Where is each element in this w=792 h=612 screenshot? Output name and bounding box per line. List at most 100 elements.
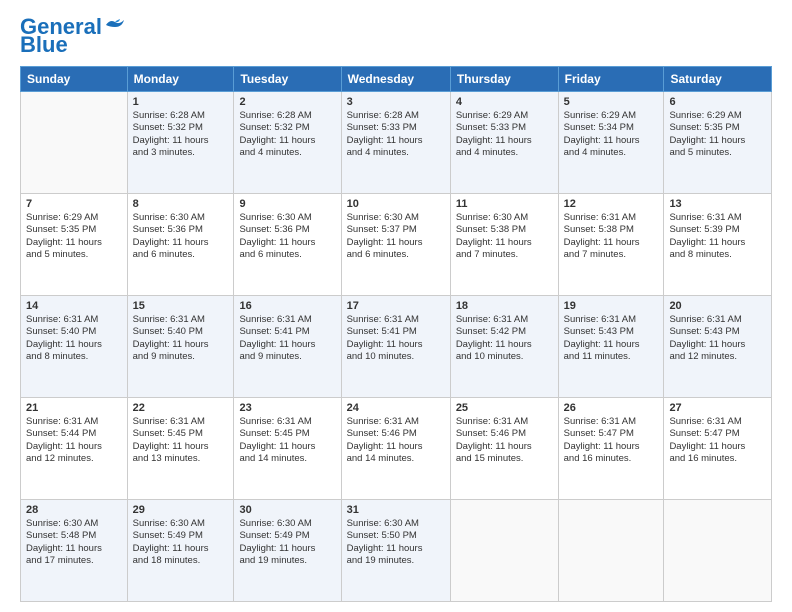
calendar-cell: 21Sunrise: 6:31 AM Sunset: 5:44 PM Dayli… — [21, 398, 128, 500]
cell-content: Sunrise: 6:31 AM Sunset: 5:40 PM Dayligh… — [26, 314, 122, 363]
calendar-cell — [21, 92, 128, 194]
cell-content: Sunrise: 6:30 AM Sunset: 5:37 PM Dayligh… — [347, 212, 445, 261]
calendar-cell: 3 Sunrise: 6:28 AM Sunset: 5:33 PM Daylig… — [341, 92, 450, 194]
day-number: 4 — [456, 96, 553, 108]
col-header-sunday: Sunday — [21, 67, 128, 92]
calendar-cell: 2 Sunrise: 6:28 AM Sunset: 5:32 PM Daylig… — [234, 92, 341, 194]
col-header-monday: Monday — [127, 67, 234, 92]
calendar-cell: 17 Sunrise: 6:31 AM Sunset: 5:41 PM Dayli… — [341, 296, 450, 398]
calendar-cell: 20 Sunrise: 6:31 AM Sunset: 5:43 PM Dayli… — [664, 296, 772, 398]
calendar-cell: 27Sunrise: 6:31 AM Sunset: 5:47 PM Dayli… — [664, 398, 772, 500]
cell-content: Sunrise: 6:28 AM Sunset: 5:33 PM Dayligh… — [347, 110, 445, 159]
day-number: 11 — [456, 198, 553, 210]
cell-content: Sunrise: 6:28 AM Sunset: 5:32 PM Dayligh… — [239, 110, 335, 159]
day-number: 18 — [456, 300, 553, 312]
day-number: 13 — [669, 198, 766, 210]
day-number: 20 — [669, 300, 766, 312]
col-header-saturday: Saturday — [664, 67, 772, 92]
calendar-cell: 15 Sunrise: 6:31 AM Sunset: 5:40 PM Dayli… — [127, 296, 234, 398]
day-number: 14 — [26, 300, 122, 312]
calendar-cell: 6 Sunrise: 6:29 AM Sunset: 5:35 PM Daylig… — [664, 92, 772, 194]
calendar-cell: 22Sunrise: 6:31 AM Sunset: 5:45 PM Dayli… — [127, 398, 234, 500]
day-number: 30 — [239, 504, 335, 516]
calendar-cell: 18 Sunrise: 6:31 AM Sunset: 5:42 PM Dayli… — [450, 296, 558, 398]
cell-content: Sunrise: 6:31 AM Sunset: 5:39 PM Dayligh… — [669, 212, 766, 261]
col-header-tuesday: Tuesday — [234, 67, 341, 92]
week-row-5: 28 Sunrise: 6:30 AM Sunset: 5:48 PM Dayli… — [21, 500, 772, 602]
calendar-cell: 26 Sunrise: 6:31 AM Sunset: 5:47 PM Dayli… — [558, 398, 664, 500]
calendar-cell: 5 Sunrise: 6:29 AM Sunset: 5:34 PM Daylig… — [558, 92, 664, 194]
day-number: 1 — [133, 96, 229, 108]
day-number: 26 — [564, 402, 659, 414]
calendar-cell: 4 Sunrise: 6:29 AM Sunset: 5:33 PM Daylig… — [450, 92, 558, 194]
calendar-cell: 14 Sunrise: 6:31 AM Sunset: 5:40 PM Dayli… — [21, 296, 128, 398]
day-number: 15 — [133, 300, 229, 312]
week-row-2: 7 Sunrise: 6:29 AM Sunset: 5:35 PM Daylig… — [21, 194, 772, 296]
page: General Blue SundayMondayTuesdayWednesda… — [0, 0, 792, 612]
week-row-3: 14 Sunrise: 6:31 AM Sunset: 5:40 PM Dayli… — [21, 296, 772, 398]
cell-content: Sunrise: 6:31 AM Sunset: 5:42 PM Dayligh… — [456, 314, 553, 363]
cell-content: Sunrise: 6:29 AM Sunset: 5:34 PM Dayligh… — [564, 110, 659, 159]
day-number: 8 — [133, 198, 229, 210]
calendar-cell: 24Sunrise: 6:31 AM Sunset: 5:46 PM Dayli… — [341, 398, 450, 500]
cell-content: Sunrise: 6:31 AM Sunset: 5:43 PM Dayligh… — [669, 314, 766, 363]
cell-content: Sunrise: 6:29 AM Sunset: 5:33 PM Dayligh… — [456, 110, 553, 159]
cell-content: Sunrise: 6:31 AM Sunset: 5:41 PM Dayligh… — [347, 314, 445, 363]
day-number: 24 — [347, 402, 445, 414]
logo-bird-icon — [104, 17, 126, 33]
header: General Blue — [20, 16, 772, 56]
calendar-cell: 29 Sunrise: 6:30 AM Sunset: 5:49 PM Dayli… — [127, 500, 234, 602]
day-number: 17 — [347, 300, 445, 312]
cell-content: Sunrise: 6:30 AM Sunset: 5:50 PM Dayligh… — [347, 518, 445, 567]
cell-content: Sunrise: 6:28 AM Sunset: 5:32 PM Dayligh… — [133, 110, 229, 159]
day-number: 28 — [26, 504, 122, 516]
calendar-table: SundayMondayTuesdayWednesdayThursdayFrid… — [20, 66, 772, 602]
cell-content: Sunrise: 6:30 AM Sunset: 5:38 PM Dayligh… — [456, 212, 553, 261]
cell-content: Sunrise: 6:31 AM Sunset: 5:40 PM Dayligh… — [133, 314, 229, 363]
logo: General Blue — [20, 16, 126, 56]
day-number: 5 — [564, 96, 659, 108]
day-number: 2 — [239, 96, 335, 108]
col-header-thursday: Thursday — [450, 67, 558, 92]
cell-content: Sunrise: 6:30 AM Sunset: 5:48 PM Dayligh… — [26, 518, 122, 567]
calendar-cell: 31Sunrise: 6:30 AM Sunset: 5:50 PM Dayli… — [341, 500, 450, 602]
day-number: 25 — [456, 402, 553, 414]
calendar-cell: 8Sunrise: 6:30 AM Sunset: 5:36 PM Daylig… — [127, 194, 234, 296]
calendar-cell: 1 Sunrise: 6:28 AM Sunset: 5:32 PM Daylig… — [127, 92, 234, 194]
calendar-cell: 23Sunrise: 6:31 AM Sunset: 5:45 PM Dayli… — [234, 398, 341, 500]
day-number: 6 — [669, 96, 766, 108]
calendar-cell — [664, 500, 772, 602]
cell-content: Sunrise: 6:30 AM Sunset: 5:36 PM Dayligh… — [239, 212, 335, 261]
cell-content: Sunrise: 6:31 AM Sunset: 5:47 PM Dayligh… — [564, 416, 659, 465]
calendar-cell: 30Sunrise: 6:30 AM Sunset: 5:49 PM Dayli… — [234, 500, 341, 602]
col-header-wednesday: Wednesday — [341, 67, 450, 92]
calendar-cell: 9 Sunrise: 6:30 AM Sunset: 5:36 PM Daylig… — [234, 194, 341, 296]
cell-content: Sunrise: 6:31 AM Sunset: 5:41 PM Dayligh… — [239, 314, 335, 363]
day-number: 23 — [239, 402, 335, 414]
cell-content: Sunrise: 6:31 AM Sunset: 5:43 PM Dayligh… — [564, 314, 659, 363]
logo-blue: Blue — [20, 34, 68, 56]
calendar-cell: 12Sunrise: 6:31 AM Sunset: 5:38 PM Dayli… — [558, 194, 664, 296]
calendar-cell: 28 Sunrise: 6:30 AM Sunset: 5:48 PM Dayli… — [21, 500, 128, 602]
cell-content: Sunrise: 6:29 AM Sunset: 5:35 PM Dayligh… — [26, 212, 122, 261]
day-number: 19 — [564, 300, 659, 312]
cell-content: Sunrise: 6:31 AM Sunset: 5:38 PM Dayligh… — [564, 212, 659, 261]
day-number: 16 — [239, 300, 335, 312]
day-number: 29 — [133, 504, 229, 516]
calendar-cell: 19 Sunrise: 6:31 AM Sunset: 5:43 PM Dayli… — [558, 296, 664, 398]
week-row-1: 1 Sunrise: 6:28 AM Sunset: 5:32 PM Daylig… — [21, 92, 772, 194]
cell-content: Sunrise: 6:31 AM Sunset: 5:47 PM Dayligh… — [669, 416, 766, 465]
calendar-cell: 11 Sunrise: 6:30 AM Sunset: 5:38 PM Dayli… — [450, 194, 558, 296]
day-number: 7 — [26, 198, 122, 210]
day-number: 3 — [347, 96, 445, 108]
cell-content: Sunrise: 6:29 AM Sunset: 5:35 PM Dayligh… — [669, 110, 766, 159]
calendar-cell: 7 Sunrise: 6:29 AM Sunset: 5:35 PM Daylig… — [21, 194, 128, 296]
calendar-cell: 13 Sunrise: 6:31 AM Sunset: 5:39 PM Dayli… — [664, 194, 772, 296]
day-number: 22 — [133, 402, 229, 414]
cell-content: Sunrise: 6:31 AM Sunset: 5:44 PM Dayligh… — [26, 416, 122, 465]
cell-content: Sunrise: 6:30 AM Sunset: 5:49 PM Dayligh… — [133, 518, 229, 567]
week-row-4: 21Sunrise: 6:31 AM Sunset: 5:44 PM Dayli… — [21, 398, 772, 500]
calendar-cell: 10Sunrise: 6:30 AM Sunset: 5:37 PM Dayli… — [341, 194, 450, 296]
day-number: 9 — [239, 198, 335, 210]
calendar-cell: 16 Sunrise: 6:31 AM Sunset: 5:41 PM Dayli… — [234, 296, 341, 398]
